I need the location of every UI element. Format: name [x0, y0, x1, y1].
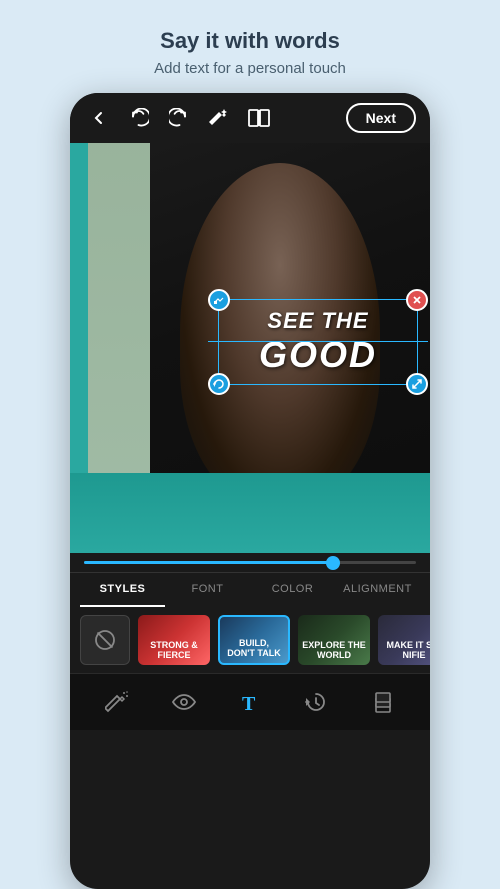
style-build-dont-talk-card[interactable]: BUILD, DON'T TALK: [218, 615, 290, 665]
style-card-label: EXPLORE THE WORLD: [302, 641, 366, 661]
slider-fill: [84, 561, 333, 564]
page-subtitle: Add text for a personal touch: [154, 60, 346, 77]
style-card-label: MAKE IT SIG NIFIE: [382, 641, 430, 661]
phone-mockup: Next: [70, 93, 430, 889]
text-size-slider[interactable]: [70, 553, 430, 572]
bottom-navigation: T: [70, 673, 430, 730]
tab-font[interactable]: FONT: [165, 573, 250, 607]
compare-button[interactable]: [244, 103, 274, 133]
resize-handle[interactable]: [406, 373, 428, 395]
tab-styles[interactable]: STYLES: [80, 573, 165, 607]
style-cards-row: STRONG & FIERCE BUILD, DON'T TALK EXPLOR…: [70, 607, 430, 673]
eye-nav-button[interactable]: [166, 684, 202, 720]
overlay-text-line1: SEE THE: [229, 308, 407, 334]
style-make-it-card[interactable]: MAKE IT SIG NIFIE: [378, 615, 430, 665]
style-strong-fierce-card[interactable]: STRONG & FIERCE: [138, 615, 210, 665]
tab-alignment[interactable]: ALIGNMENT: [335, 573, 420, 607]
magic-wand-nav-button[interactable]: [99, 684, 135, 720]
redo-button[interactable]: [164, 103, 194, 133]
layers-nav-button[interactable]: [365, 684, 401, 720]
next-button[interactable]: Next: [346, 103, 416, 133]
text-overlay[interactable]: SEE THE GOOD: [218, 299, 418, 385]
history-nav-button[interactable]: [298, 684, 334, 720]
style-card-label: BUILD, DON'T TALK: [224, 639, 284, 659]
style-tabs: STYLES FONT COLOR ALIGNMENT: [70, 572, 430, 607]
slider-thumb[interactable]: [326, 556, 340, 570]
style-none-card[interactable]: [80, 615, 130, 665]
svg-text:T: T: [242, 693, 256, 714]
editor-toolbar: Next: [70, 93, 430, 143]
overlay-text-line2: GOOD: [229, 334, 407, 376]
rotate-handle[interactable]: [208, 373, 230, 395]
text-selection-box[interactable]: SEE THE GOOD: [218, 299, 418, 385]
style-card-label: STRONG & FIERCE: [142, 641, 206, 661]
close-handle[interactable]: [406, 289, 428, 311]
undo-button[interactable]: [124, 103, 154, 133]
image-canvas[interactable]: SEE THE GOOD: [70, 143, 430, 553]
magic-edit-button[interactable]: [204, 103, 234, 133]
tab-color[interactable]: COLOR: [250, 573, 335, 607]
style-explore-world-card[interactable]: EXPLORE THE WORLD: [298, 615, 370, 665]
edit-handle[interactable]: [208, 289, 230, 311]
text-nav-button[interactable]: T: [232, 684, 268, 720]
slider-track[interactable]: [84, 561, 416, 564]
page-title: Say it with words: [154, 28, 346, 54]
back-button[interactable]: [84, 103, 114, 133]
photo-teal-bottom: [70, 473, 430, 553]
